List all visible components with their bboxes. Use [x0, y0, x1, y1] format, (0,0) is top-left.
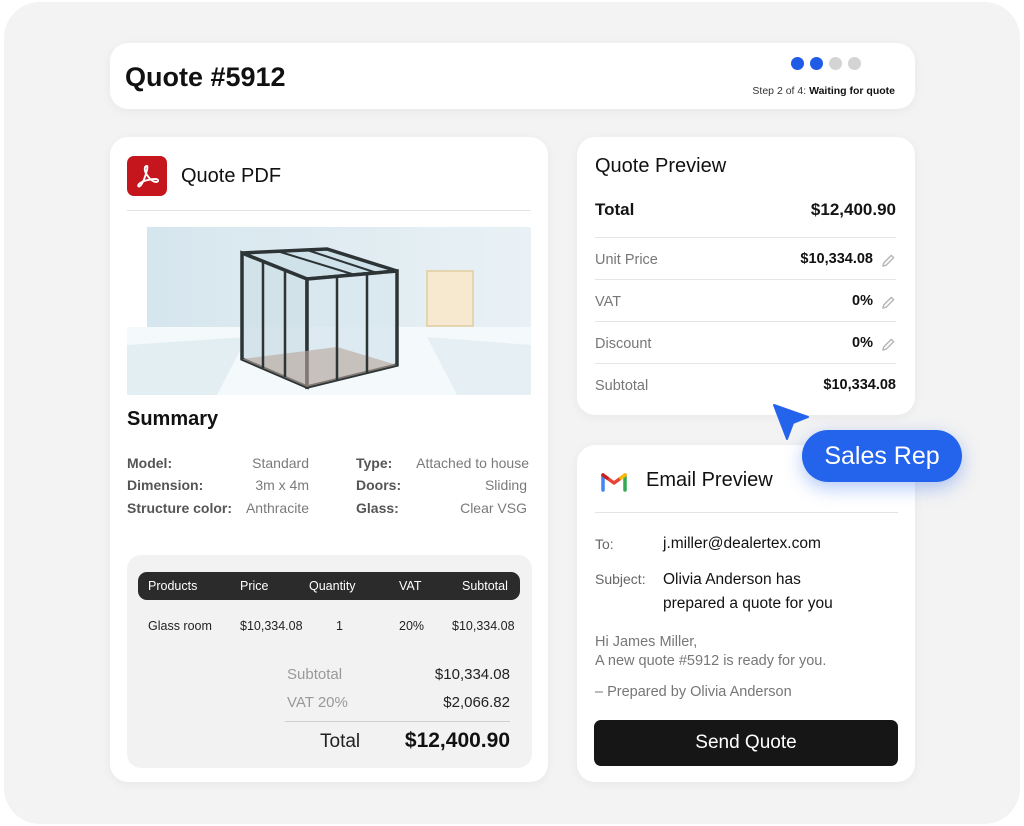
spec-structure-color: Structure color: Anthracite: [127, 500, 309, 520]
table-cell: $10,334.08: [240, 619, 303, 633]
spec-label: Dimension:: [127, 477, 204, 493]
row-label: Subtotal: [595, 378, 649, 394]
email-body-greeting: Hi James Miller,: [595, 634, 698, 650]
spec-glass: Glass: Clear VSG: [356, 500, 527, 520]
row-value: 0%: [852, 335, 873, 351]
divider: [285, 721, 510, 722]
divider: [127, 210, 531, 211]
table-header-cell: Quantity: [309, 579, 356, 593]
total-label: Total: [320, 731, 361, 752]
to-value: j.miller@dealertex.com: [663, 535, 821, 552]
table-cell: 1: [336, 619, 343, 633]
preview-row-discount: Discount 0%: [595, 321, 896, 363]
spec-doors: Doors: Sliding: [356, 477, 527, 497]
step-dot-3: [829, 57, 842, 70]
step-progress: [791, 57, 861, 70]
summary-title: Summary: [127, 408, 219, 430]
spec-label: Model:: [127, 455, 173, 471]
divider: [595, 512, 898, 513]
email-preview-title: Email Preview: [646, 469, 773, 491]
table-header-cell: VAT: [399, 579, 422, 593]
spec-label: Type:: [356, 455, 393, 471]
spec-value: Clear VSG: [460, 500, 527, 516]
total-value: $12,400.90: [404, 729, 510, 752]
spec-value: Sliding: [484, 477, 527, 493]
adobe-pdf-icon: [127, 156, 167, 196]
sales-rep-badge: Sales Rep: [802, 430, 962, 482]
row-value: $10,334.08: [800, 251, 873, 267]
step-dot-4: [848, 57, 861, 70]
pdf-title: Quote PDF: [181, 165, 282, 187]
email-preview-card: Email Preview To: j.miller@dealertex.com…: [577, 445, 915, 782]
spec-value: Anthracite: [245, 500, 309, 516]
table-header-cell: Products: [148, 579, 198, 593]
page-title: Quote #5912: [125, 62, 286, 92]
step-dot-2: [810, 57, 823, 70]
spec-value: 3m x 4m: [255, 477, 309, 493]
row-label: VAT: [595, 294, 622, 310]
spec-type: Type: Attached to house: [356, 455, 529, 475]
spec-value: Attached to house: [416, 455, 529, 471]
subject-line-1: Olivia Anderson has: [663, 571, 801, 588]
step-prefix: Step 2 of 4:: [752, 85, 807, 97]
subject-line-2: prepared a quote for you: [663, 595, 833, 612]
spec-model: Model: Standard: [127, 455, 309, 475]
subject-label: Subject:: [595, 571, 646, 587]
pencil-icon[interactable]: [881, 253, 896, 268]
preview-total-label: Total: [595, 200, 635, 219]
email-body-text: A new quote #5912 is ready for you.: [595, 653, 827, 669]
pencil-icon[interactable]: [881, 337, 896, 352]
table-cell: Glass room: [148, 619, 212, 633]
cursor-pointer-icon: [773, 404, 809, 440]
row-label: Discount: [595, 336, 652, 352]
quote-preview-title: Quote Preview: [595, 155, 727, 177]
subtotal-value: $10,334.08: [434, 666, 510, 683]
step-indicator: Step 2 of 4: Waiting for quote: [752, 85, 895, 97]
quote-pdf-card: Quote PDF Summary Model: Standard Dimens…: [110, 137, 548, 782]
table-row: Glass room $10,334.08 1 20% $10,334.08: [138, 612, 520, 640]
step-dot-1: [791, 57, 804, 70]
vat-label: VAT 20%: [287, 694, 348, 711]
spec-label: Doors:: [356, 477, 402, 493]
email-signature: – Prepared by Olivia Anderson: [595, 684, 792, 700]
vat-value: $2,066.82: [443, 694, 510, 711]
preview-row-vat: VAT 0%: [595, 279, 896, 321]
preview-row-unit-price: Unit Price $10,334.08: [595, 237, 896, 279]
glass-room-render: [127, 227, 531, 395]
products-table: Products Price Quantity VAT Subtotal Gla…: [127, 555, 532, 768]
row-label: Unit Price: [595, 252, 658, 268]
preview-total-value: $12,400.90: [810, 200, 896, 219]
spec-dimension: Dimension: 3m x 4m: [127, 477, 309, 497]
table-cell: 20%: [399, 619, 425, 633]
table-cell: $10,334.08: [452, 619, 515, 633]
spec-value: Standard: [252, 455, 309, 471]
quote-preview-card: Quote Preview Total $12,400.90 Unit Pric…: [577, 137, 915, 415]
send-quote-button[interactable]: Send Quote: [594, 720, 898, 766]
step-status: Waiting for quote: [809, 85, 895, 97]
table-header-cell: Price: [240, 579, 269, 593]
row-value: 0%: [852, 293, 873, 309]
subtotal-label: Subtotal: [287, 666, 343, 683]
table-header-cell: Subtotal: [462, 579, 508, 593]
pencil-icon[interactable]: [881, 295, 896, 310]
row-value: $10,334.08: [823, 377, 896, 393]
preview-row-subtotal: Subtotal $10,334.08: [595, 363, 896, 405]
gmail-icon: [601, 473, 627, 492]
spec-label: Glass:: [356, 500, 399, 516]
spec-label: Structure color:: [127, 500, 233, 516]
quote-header: Quote #5912 Step 2 of 4: Waiting for quo…: [110, 43, 915, 109]
table-header: Products Price Quantity VAT Subtotal: [138, 572, 520, 600]
to-label: To:: [595, 536, 614, 552]
